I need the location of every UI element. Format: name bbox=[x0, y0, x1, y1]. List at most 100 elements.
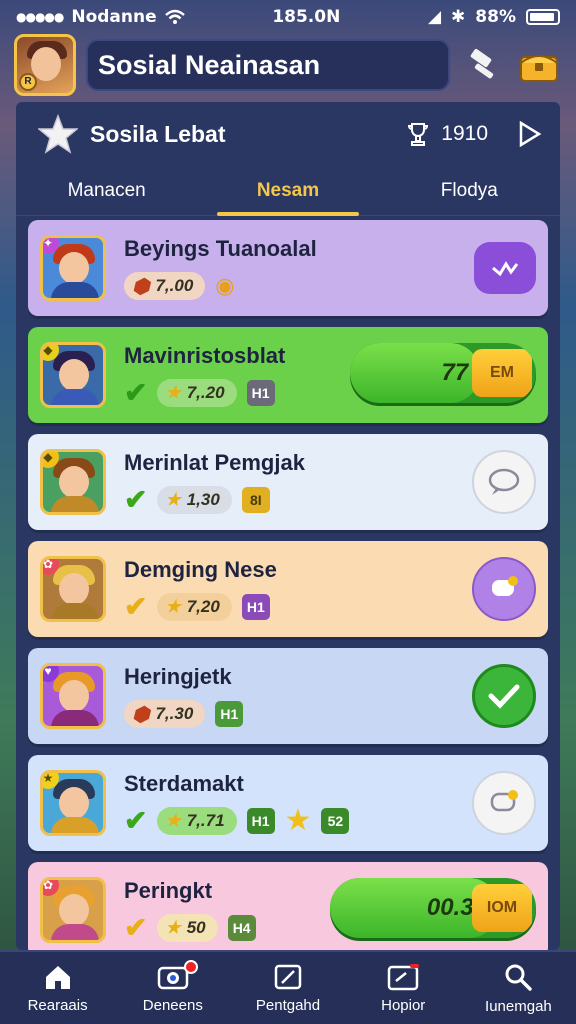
score-chip: ★ 7,20 bbox=[157, 593, 232, 621]
level-badge: 8I bbox=[241, 487, 270, 513]
progress-bar[interactable]: 77 EM bbox=[350, 343, 536, 403]
play-icon[interactable] bbox=[514, 119, 544, 149]
speech-button[interactable] bbox=[472, 771, 536, 835]
chest-button[interactable] bbox=[516, 42, 562, 88]
home-icon bbox=[45, 965, 70, 989]
coins-icon: ◉ bbox=[215, 273, 235, 298]
progress-value: 77 bbox=[441, 359, 469, 386]
character-portrait: ♥ bbox=[40, 663, 106, 729]
character-portrait: ◆ bbox=[40, 342, 106, 408]
player-name: Sterdamakt bbox=[124, 771, 244, 796]
list-item[interactable]: ◆ Merinlat Pemgjak ✔ ★ 1,30 8I bbox=[28, 434, 548, 530]
card-icon bbox=[387, 963, 420, 990]
player-name: Demging Nese bbox=[124, 557, 277, 582]
panel-title: Sosila Lebat bbox=[90, 120, 226, 147]
level-badge: H1 bbox=[246, 380, 275, 406]
score-value: 7,.71 bbox=[186, 811, 225, 830]
shield-icon: ⬢ bbox=[132, 703, 150, 726]
character-portrait: ✿ bbox=[40, 556, 106, 622]
tab-bar: Manacen Nesam Flodya bbox=[16, 166, 560, 216]
list-item[interactable]: ★ Sterdamakt ✔ ★ 7,.71 H1 ★ 52 bbox=[28, 755, 548, 851]
score-value: 7,20 bbox=[186, 597, 220, 616]
score-chip: ★ 1,30 bbox=[157, 486, 232, 514]
checkmark-icon: ✔ bbox=[124, 912, 148, 943]
clock: 185.0N bbox=[272, 7, 341, 27]
chat-bubble-icon bbox=[488, 468, 520, 495]
star-icon: ★ bbox=[165, 490, 181, 509]
progress-cap: IOM bbox=[472, 884, 532, 932]
character-portrait: ◆ bbox=[40, 449, 106, 515]
nav-camera[interactable]: Deneens bbox=[115, 952, 230, 1024]
check-icon bbox=[488, 684, 520, 709]
tab-nesam[interactable]: Nesam bbox=[197, 166, 378, 216]
list-item[interactable]: ◆ Mavinristosblat ✔ ★ 7,.20 H1 77 EM bbox=[28, 327, 548, 423]
chat-bubble-button[interactable] bbox=[472, 450, 536, 514]
nav-label: Pentgahd bbox=[255, 996, 321, 1014]
checkmark-icon: ✔ bbox=[124, 484, 148, 515]
gold-star-icon: ★ bbox=[284, 804, 312, 837]
checkmark-icon: ✔ bbox=[124, 377, 148, 408]
list-item[interactable]: ✿ Demging Nese ✔ ★ 7,20 H1 bbox=[28, 541, 548, 637]
score-value: 7,.20 bbox=[186, 383, 225, 402]
search-icon bbox=[505, 964, 533, 991]
nav-label: Hopior bbox=[381, 996, 426, 1014]
star-icon: ★ bbox=[165, 918, 181, 937]
star-icon: ★ bbox=[165, 597, 181, 616]
character-portrait: ✿ bbox=[40, 877, 106, 943]
progress-bar[interactable]: 00.33 IOM bbox=[330, 878, 536, 938]
carrier-label: Nodanne bbox=[71, 7, 157, 27]
list-item[interactable]: ✦ Beyings Tuanoalal ⬢ 7,.00 ◉ bbox=[28, 220, 548, 316]
accept-button[interactable] bbox=[472, 664, 536, 728]
battery-icon bbox=[526, 9, 560, 25]
edit-icon bbox=[274, 964, 302, 989]
page-title: Sosial Neainasan bbox=[86, 39, 450, 91]
status-bar: ●●●●● Nodanne 185.0N ◢ ✱ 88% bbox=[0, 0, 576, 34]
coin-icon: R bbox=[19, 73, 37, 91]
list-item[interactable]: ✿ Peringkt ✔ ★ 50 H4 00.33 IOM bbox=[28, 862, 548, 958]
nav-edit[interactable]: Pentgahd bbox=[230, 952, 345, 1024]
score-value: 7,.00 bbox=[155, 276, 194, 295]
points-value: 1910 bbox=[441, 122, 488, 145]
nav-home[interactable]: Rearaais bbox=[0, 952, 115, 1024]
bluetooth-icon: ✱ bbox=[451, 7, 466, 27]
checkmark-icon: ✔ bbox=[124, 591, 148, 622]
speech-icon bbox=[490, 790, 518, 812]
trophy-icon bbox=[408, 123, 429, 146]
player-avatar[interactable]: R bbox=[14, 34, 76, 96]
hammer-icon bbox=[470, 48, 494, 79]
battery-percent: 88% bbox=[475, 7, 516, 27]
character-portrait: ★ bbox=[40, 770, 106, 836]
treasure-chest-icon bbox=[520, 55, 558, 82]
signal-icon: ●●●●● bbox=[16, 10, 64, 24]
chat-button[interactable] bbox=[474, 242, 536, 294]
chat-icon bbox=[492, 261, 519, 277]
star-icon bbox=[38, 114, 78, 154]
tab-flodya[interactable]: Flodya bbox=[379, 166, 560, 215]
nav-search[interactable]: Iunemgah bbox=[461, 952, 576, 1024]
progress-cap: EM bbox=[472, 349, 532, 397]
progress-fill: 77 bbox=[350, 343, 481, 403]
nav-label: Deneens bbox=[142, 996, 203, 1014]
nav-label: Iunemgah bbox=[485, 997, 552, 1015]
level-badge: H1 bbox=[246, 808, 275, 834]
nav-label: Rearaais bbox=[27, 996, 88, 1014]
score-chip: ⬢ 7,.30 bbox=[124, 700, 206, 728]
star-icon: ★ bbox=[165, 811, 181, 830]
score-chip: ★ 7,.20 bbox=[157, 379, 237, 407]
tab-manacen[interactable]: Manacen bbox=[16, 166, 197, 215]
score-value: 7,.30 bbox=[155, 704, 194, 723]
checkmark-icon: ✔ bbox=[124, 805, 148, 836]
list-item[interactable]: ♥ Heringjetk ⬢ 7,.30 H1 bbox=[28, 648, 548, 744]
speech-button[interactable] bbox=[472, 557, 536, 621]
notification-badge bbox=[184, 960, 199, 974]
score-chip: ⬢ 7,.00 bbox=[124, 272, 206, 300]
signal-strength-icon: ◢ bbox=[427, 7, 442, 27]
speech-icon bbox=[492, 576, 518, 596]
bottom-nav: Rearaais Deneens Pentgahd Hopior Iunemga… bbox=[0, 950, 576, 1024]
hammer-icon-button[interactable] bbox=[460, 42, 506, 88]
level-badge: H4 bbox=[227, 915, 256, 941]
leaderboard-panel: Sosila Lebat 1910 Manacen Nesam Flodya ✦… bbox=[16, 102, 560, 958]
score-value: 1,30 bbox=[186, 490, 220, 509]
player-name: Heringjetk bbox=[124, 664, 232, 689]
nav-card[interactable]: Hopior bbox=[346, 952, 461, 1024]
